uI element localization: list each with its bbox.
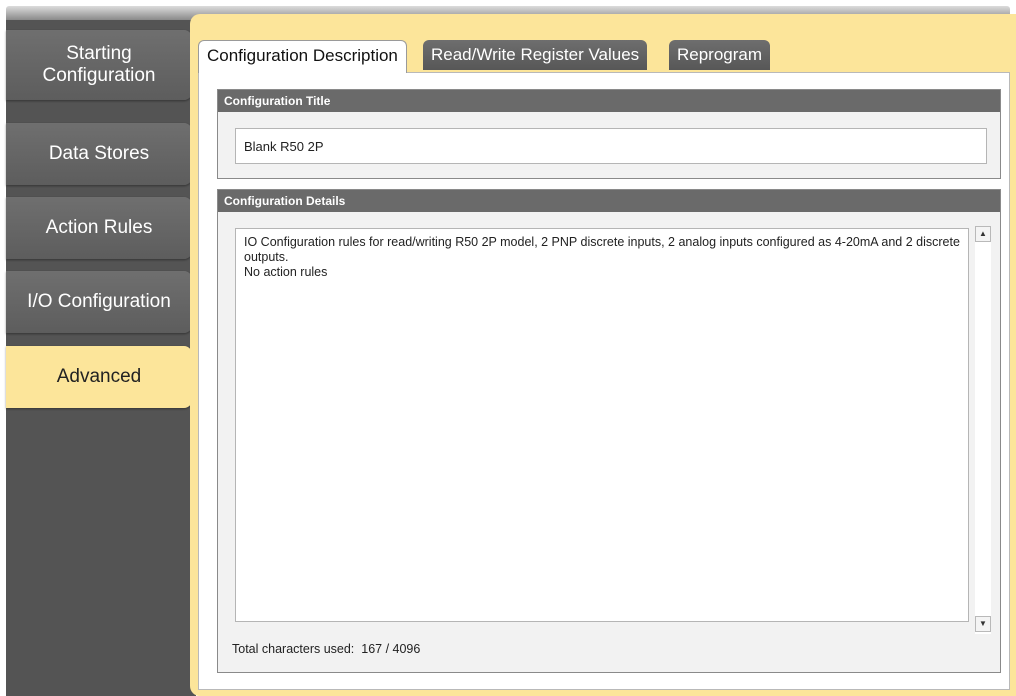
tab-label: Reprogram: [677, 45, 763, 64]
tab-label: Configuration Description: [207, 46, 398, 65]
sidebar-item-io-configuration[interactable]: I/O Configuration: [6, 271, 192, 333]
sidebar-item-starting-configuration[interactable]: Starting Configuration: [6, 30, 192, 100]
configuration-title-header: Configuration Title: [218, 90, 1000, 112]
sidebar-item-label: Action Rules: [45, 217, 153, 238]
sidebar-item-action-rules[interactable]: Action Rules: [6, 197, 192, 259]
tab-read-write-register-values[interactable]: Read/Write Register Values: [423, 40, 648, 70]
sidebar-item-label: Starting Configuration: [42, 43, 156, 86]
configuration-details-group: Configuration Details IO Configuration r…: [217, 189, 1001, 673]
tab-content-panel: Configuration Title Configuration Detail…: [198, 72, 1010, 690]
triangle-up-icon[interactable]: ▲: [975, 226, 991, 242]
tab-label: Read/Write Register Values: [431, 45, 640, 64]
tab-reprogram[interactable]: Reprogram: [669, 40, 771, 70]
configuration-title-group: Configuration Title: [217, 89, 1001, 179]
tab-configuration-description[interactable]: Configuration Description: [198, 40, 407, 73]
triangle-down-icon[interactable]: ▼: [975, 616, 991, 632]
configuration-details-textarea[interactable]: IO Configuration rules for read/writing …: [235, 228, 969, 622]
character-count-label: Total characters used:: [232, 642, 355, 656]
details-scrollbar[interactable]: ▲ ▼: [975, 226, 991, 634]
sidebar-item-advanced[interactable]: Advanced: [6, 346, 192, 408]
sidebar-item-label: I/O Configuration: [27, 291, 171, 312]
sidebar-item-data-stores[interactable]: Data Stores: [6, 123, 192, 185]
configuration-details-header: Configuration Details: [218, 190, 1000, 212]
character-count: Total characters used: 167 / 4096: [232, 642, 420, 656]
configuration-title-input[interactable]: [235, 128, 987, 164]
sidebar: Starting Configuration Data Stores Actio…: [6, 20, 196, 696]
sidebar-item-label: Data Stores: [48, 143, 150, 164]
character-count-value: 167 / 4096: [361, 642, 421, 656]
sidebar-item-label: Advanced: [56, 366, 142, 387]
